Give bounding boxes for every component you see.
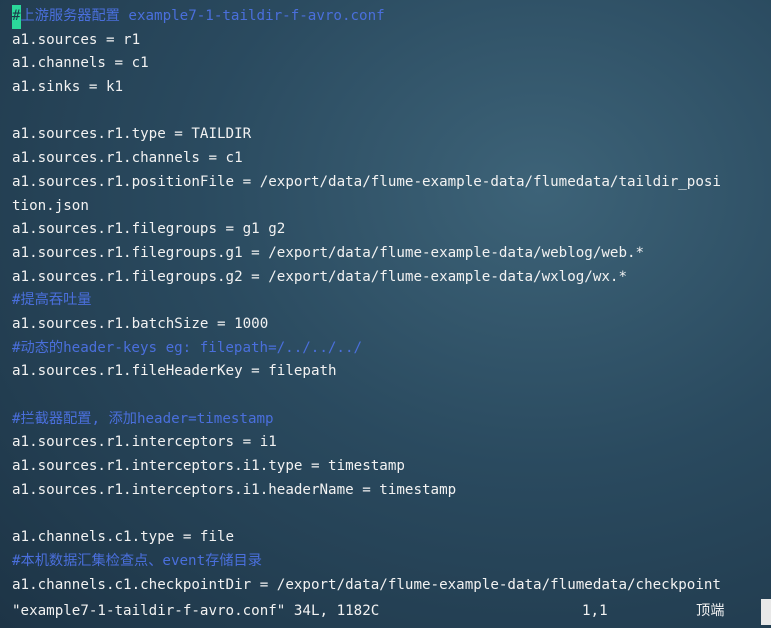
editor-line[interactable]: a1.sources.r1.fileHeaderKey = filepath bbox=[12, 360, 771, 384]
editor-line[interactable]: a1.sources = r1 bbox=[12, 29, 771, 53]
editor-line[interactable]: a1.sources.r1.interceptors = i1 bbox=[12, 431, 771, 455]
editor-line[interactable]: a1.channels.c1.checkpointDir = /export/d… bbox=[12, 574, 771, 598]
editor-line[interactable]: a1.sources.r1.channels = c1 bbox=[12, 147, 771, 171]
comment-line[interactable]: #本机数据汇集检查点、event存储目录 bbox=[12, 550, 771, 574]
editor-line[interactable] bbox=[12, 384, 771, 408]
text-cursor: # bbox=[12, 5, 21, 29]
status-file-info: "example7-1-taildir-f-avro.conf" 34L, 11… bbox=[12, 603, 380, 619]
editor-line[interactable]: a1.sources.r1.filegroups = g1 g2 bbox=[12, 218, 771, 242]
editor-line[interactable]: a1.sources.r1.filegroups.g2 = /export/da… bbox=[12, 266, 771, 290]
editor-line[interactable]: a1.channels.c1.type = file bbox=[12, 526, 771, 550]
editor-line[interactable]: a1.sources.r1.positionFile = /export/dat… bbox=[12, 171, 771, 195]
editor-line[interactable] bbox=[12, 100, 771, 124]
editor-line[interactable] bbox=[12, 502, 771, 526]
editor-line[interactable]: a1.sources.r1.interceptors.i1.headerName… bbox=[12, 479, 771, 503]
comment-line[interactable]: #提高吞吐量 bbox=[12, 289, 771, 313]
editor-line[interactable]: a1.sources.r1.interceptors.i1.type = tim… bbox=[12, 455, 771, 479]
editor-line[interactable]: a1.sources.r1.type = TAILDIR bbox=[12, 123, 771, 147]
editor-line[interactable]: a1.sources.r1.batchSize = 1000 bbox=[12, 313, 771, 337]
vim-status-bar: "example7-1-taildir-f-avro.conf" 34L, 11… bbox=[12, 599, 771, 625]
comment-line[interactable]: #拦截器配置, 添加header=timestamp bbox=[12, 408, 771, 432]
editor-line[interactable]: a1.sinks = k1 bbox=[12, 76, 771, 100]
command-cursor bbox=[761, 599, 771, 625]
editor-line[interactable]: a1.sources.r1.filegroups.g1 = /export/da… bbox=[12, 242, 771, 266]
status-scroll-position: 顶端 bbox=[696, 603, 725, 619]
editor-line[interactable]: a1.channels = c1 bbox=[12, 52, 771, 76]
editor-buffer[interactable]: a1.sources = r1 a1.channels = c1 a1.sinks … bbox=[12, 29, 771, 598]
editor-line[interactable]: tion.json bbox=[12, 195, 771, 219]
editor-line-1-text: 上游服务器配置 example7-1-taildir-f-avro.conf bbox=[20, 8, 385, 24]
comment-line[interactable]: #动态的header-keys eg: filepath=/../../../ bbox=[12, 337, 771, 361]
editor-line-1: #上游服务器配置 example7-1-taildir-f-avro.conf bbox=[12, 5, 771, 29]
vim-editor[interactable]: #上游服务器配置 example7-1-taildir-f-avro.conf … bbox=[0, 0, 771, 628]
status-cursor-position: 1,1 bbox=[582, 603, 608, 619]
